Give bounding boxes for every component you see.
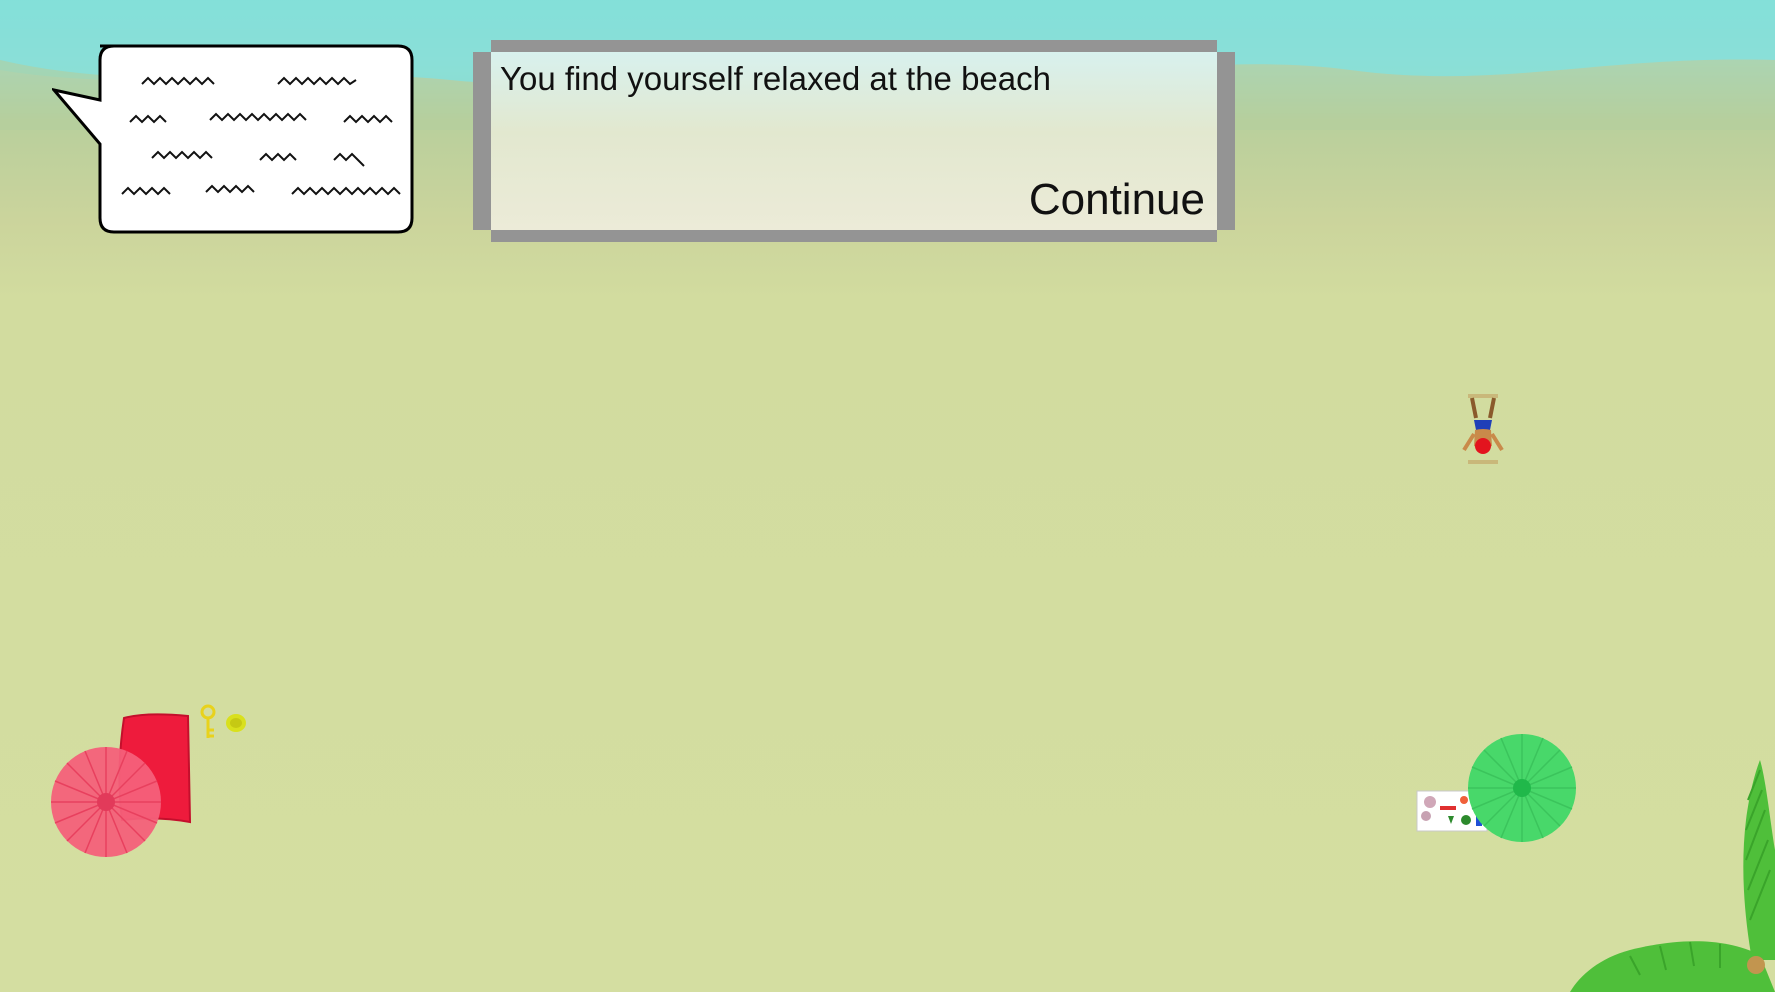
dialog-frame-top	[491, 40, 1217, 52]
key-icon[interactable]	[198, 704, 218, 740]
pink-umbrella	[51, 747, 161, 857]
dialog-frame-right	[1217, 52, 1235, 230]
dialog-message: You find yourself relaxed at the beach	[500, 60, 1051, 97]
dialog-frame-left	[473, 52, 491, 230]
coin-icon[interactable]	[224, 712, 248, 734]
dialog-frame-bottom	[491, 230, 1217, 242]
speech-bubble-icon	[52, 44, 414, 234]
beach-scene: You find yourself relaxed at the beach C…	[0, 0, 1775, 992]
continue-button[interactable]: Continue	[1029, 175, 1205, 225]
dialog-box: You find yourself relaxed at the beach C…	[473, 40, 1235, 242]
player-character[interactable]	[1458, 392, 1508, 466]
green-umbrella	[1468, 734, 1576, 842]
palm-tree	[1570, 760, 1775, 992]
